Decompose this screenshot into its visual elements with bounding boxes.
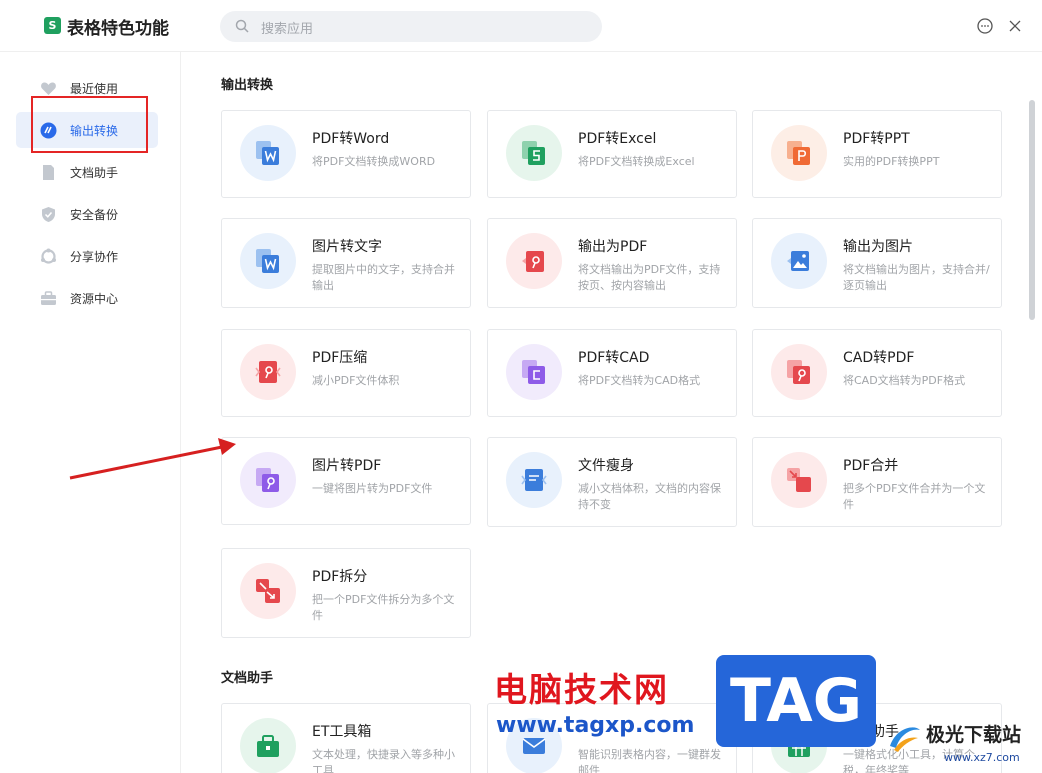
card-description: 实用的PDF转换PPT — [843, 155, 940, 168]
watermark-url: www.tagxp.com — [496, 713, 695, 738]
card-description: 将PDF文档转为CAD格式 — [578, 374, 701, 387]
watermark-site-url: www.xz7.com — [944, 751, 1020, 764]
pdf-split-icon — [240, 563, 296, 619]
card-title: ET工具箱 — [312, 724, 372, 740]
app-card-image-to-pdf[interactable]: 图片转PDF 一键将图片转为PDF文件 — [221, 437, 471, 525]
close-icon[interactable] — [1006, 17, 1024, 35]
card-title: PDF转Excel — [578, 131, 657, 147]
card-title: CAD转PDF — [843, 350, 915, 366]
watermark-tag-logo: TAG — [716, 655, 876, 747]
card-title: 图片转文字 — [312, 239, 382, 255]
card-description: 减小文档体积，文档的内容保持不变 — [578, 482, 721, 511]
shield-icon — [42, 207, 55, 222]
app-card-pdf-merge[interactable]: PDF合并 把多个PDF文件合并为一个文件 — [752, 437, 1002, 527]
highlight-box — [31, 96, 148, 153]
sidebar-item-label: 最近使用 — [70, 82, 119, 96]
app-card-export-pdf[interactable]: 输出为PDF 将文档输出为PDF文件，支持按页、按内容输出 — [487, 218, 737, 308]
card-description: 把多个PDF文件合并为一个文件 — [843, 482, 986, 511]
app-card-pdf-to-excel[interactable]: PDF转Excel 将PDF文档转换成Excel — [487, 110, 737, 198]
pdf-to-ppt-icon — [771, 125, 827, 181]
title-bar: S 表格特色功能 搜索应用 — [0, 0, 1042, 52]
card-title: PDF转PPT — [843, 131, 910, 147]
card-description: 将PDF文档转换成WORD — [312, 155, 436, 168]
sidebar: 最近使用 输出转换 文档助手 安全备份 分享协作 资源中心 — [0, 52, 181, 773]
app-card-cad-to-pdf[interactable]: CAD转PDF 将CAD文档转为PDF格式 — [752, 329, 1002, 417]
card-description: 一键将图片转为PDF文件 — [312, 482, 433, 495]
app-card-et-toolbox[interactable]: ET工具箱 文本处理，快捷录入等多种小工具 — [221, 703, 471, 773]
image-to-text-icon — [240, 233, 296, 289]
app-logo-icon: S — [44, 17, 61, 34]
app-card-file-slim[interactable]: 文件瘦身 减小文档体积，文档的内容保持不变 — [487, 437, 737, 527]
card-title: PDF转Word — [312, 131, 390, 147]
share-icon — [41, 248, 56, 264]
pdf-to-excel-icon — [506, 125, 562, 181]
app-card-pdf-to-cad[interactable]: PDF转CAD 将PDF文档转为CAD格式 — [487, 329, 737, 417]
pdf-to-word-icon — [240, 125, 296, 181]
search-icon — [235, 19, 249, 33]
image-to-pdf-icon — [240, 452, 296, 508]
card-title: PDF合并 — [843, 458, 899, 474]
search-input[interactable]: 搜索应用 — [220, 11, 602, 42]
app-card-export-image[interactable]: 输出为图片 将文档输出为图片，支持合并/逐页输出 — [752, 218, 1002, 308]
card-description: 提取图片中的文字，支持合并输出 — [312, 263, 455, 292]
sidebar-item-security[interactable]: 安全备份 — [16, 196, 158, 232]
scrollbar-thumb[interactable] — [1029, 100, 1035, 320]
watermark-site-logo-icon — [890, 727, 920, 752]
sidebar-item-label: 分享协作 — [70, 250, 119, 264]
card-description: 减小PDF文件体积 — [312, 374, 400, 387]
document-icon — [43, 165, 54, 180]
card-title: PDF压缩 — [312, 350, 368, 366]
page-title: 表格特色功能 — [67, 19, 169, 39]
pdf-merge-icon — [771, 452, 827, 508]
card-title: PDF拆分 — [312, 569, 368, 585]
app-card-pdf-compress[interactable]: PDF压缩 减小PDF文件体积 — [221, 329, 471, 417]
card-description: 将文档输出为图片，支持合并/逐页输出 — [843, 263, 990, 292]
card-description: 把一个PDF文件拆分为多个文件 — [312, 593, 455, 622]
watermark-text: 电脑技术网 — [494, 670, 669, 709]
sidebar-item-label: 文档助手 — [70, 166, 119, 180]
section-title-convert: 输出转换 — [221, 78, 274, 93]
card-title: 文件瘦身 — [578, 458, 634, 474]
briefcase-icon — [41, 291, 56, 305]
sidebar-item-label: 资源中心 — [70, 292, 119, 306]
sidebar-item-docs[interactable]: 文档助手 — [16, 154, 158, 190]
export-image-icon — [771, 233, 827, 289]
app-card-image-to-text[interactable]: 图片转文字 提取图片中的文字，支持合并输出 — [221, 218, 471, 308]
sidebar-item-label: 安全备份 — [70, 208, 119, 222]
export-pdf-icon — [506, 233, 562, 289]
feedback-icon[interactable] — [976, 17, 994, 35]
card-description: 将CAD文档转为PDF格式 — [843, 374, 966, 387]
card-title: PDF转CAD — [578, 350, 650, 366]
watermark-site-name: 极光下载站 — [926, 724, 1022, 746]
app-card-pdf-split[interactable]: PDF拆分 把一个PDF文件拆分为多个文件 — [221, 548, 471, 638]
card-title: 图片转PDF — [312, 458, 382, 474]
section-title-docs: 文档助手 — [221, 671, 274, 686]
card-description: 将PDF文档转换成Excel — [578, 155, 695, 168]
heart-icon — [41, 82, 56, 95]
card-title: 输出为PDF — [578, 239, 648, 255]
app-card-pdf-to-word[interactable]: PDF转Word 将PDF文档转换成WORD — [221, 110, 471, 198]
cad-to-pdf-icon — [771, 344, 827, 400]
sidebar-item-resources[interactable]: 资源中心 — [16, 280, 158, 316]
toolbox-icon — [240, 718, 296, 773]
pdf-compress-icon — [240, 344, 296, 400]
search-placeholder: 搜索应用 — [261, 22, 314, 37]
app-card-pdf-to-ppt[interactable]: PDF转PPT 实用的PDF转换PPT — [752, 110, 1002, 198]
card-title: 输出为图片 — [843, 239, 913, 255]
card-description: 文本处理，快捷录入等多种小工具 — [312, 748, 455, 773]
sidebar-item-share[interactable]: 分享协作 — [16, 238, 158, 274]
card-description: 智能识别表格内容，一键群发邮件 — [578, 748, 721, 773]
pdf-to-cad-icon — [506, 344, 562, 400]
file-slim-icon — [506, 452, 562, 508]
card-description: 将文档输出为PDF文件，支持按页、按内容输出 — [578, 263, 721, 292]
